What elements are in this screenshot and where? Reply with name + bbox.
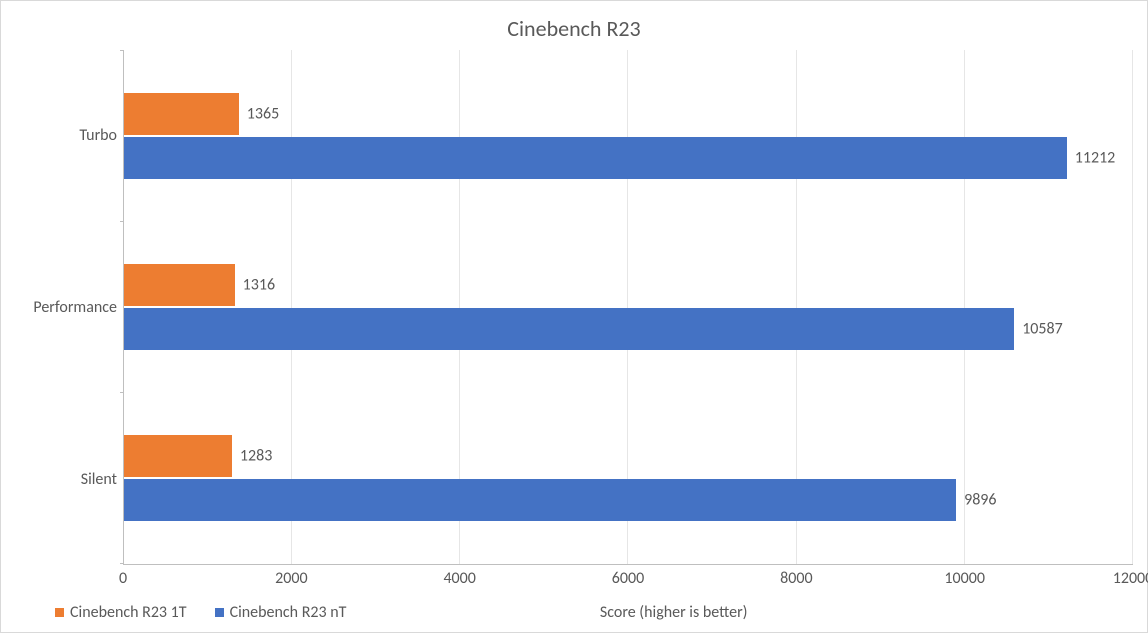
x-tick-6000: 6000 <box>612 569 644 588</box>
data-label-silent-nt: 9896 <box>964 491 996 510</box>
bottom-row: Cinebench R23 1T Cinebench R23 nT Score … <box>15 603 1133 622</box>
bar-turbo-1t: 1365 <box>124 93 1133 135</box>
data-label-performance-1t: 1316 <box>243 275 275 294</box>
data-label-turbo-nt: 11212 <box>1075 148 1116 167</box>
legend-label-nt: Cinebench R23 nT <box>230 603 347 622</box>
legend-label-1t: Cinebench R23 1T <box>70 603 187 622</box>
x-tick-0: 0 <box>119 569 127 588</box>
legend-item-1t: Cinebench R23 1T <box>55 603 187 622</box>
group-performance: 10587 1316 <box>124 246 1133 368</box>
x-tick-4000: 4000 <box>443 569 475 588</box>
bar-performance-nt: 10587 <box>124 308 1133 350</box>
bar-performance-nt-rect: 10587 <box>124 308 1014 350</box>
x-axis-title: Score (higher is better) <box>374 603 1133 622</box>
data-label-turbo-1t: 1365 <box>247 104 279 123</box>
plot-row: Turbo Performance Silent 9896 <box>15 50 1133 565</box>
group-turbo: 11212 1365 <box>124 75 1133 197</box>
bar-performance-1t: 1316 <box>124 264 1133 306</box>
legend-swatch-orange-icon <box>55 608 64 617</box>
x-tick-12000: 12000 <box>1113 569 1148 588</box>
legend: Cinebench R23 1T Cinebench R23 nT <box>55 603 346 622</box>
bar-silent-nt-rect: 9896 <box>124 479 956 521</box>
bar-silent-1t-rect: 1283 <box>124 435 232 477</box>
x-tick-2000: 2000 <box>275 569 307 588</box>
chart-title: Cinebench R23 <box>15 15 1133 42</box>
x-tick-10000: 10000 <box>944 569 985 588</box>
bar-turbo-nt: 11212 <box>124 137 1133 179</box>
legend-swatch-blue-icon <box>215 608 224 617</box>
group-silent: 9896 1283 <box>124 417 1133 539</box>
legend-item-nt: Cinebench R23 nT <box>215 603 347 622</box>
data-label-performance-nt: 10587 <box>1022 319 1063 338</box>
plot-area: 9896 1283 10587 <box>123 50 1133 565</box>
bar-silent-1t: 1283 <box>124 435 1133 477</box>
x-axis: 0 2000 4000 6000 8000 10000 12000 <box>123 565 1133 589</box>
x-axis-row: 0 2000 4000 6000 8000 10000 12000 <box>15 565 1133 589</box>
bar-turbo-1t-rect: 1365 <box>124 93 239 135</box>
y-axis: Turbo Performance Silent <box>15 50 123 565</box>
bar-turbo-nt-rect: 11212 <box>124 137 1067 179</box>
data-label-silent-1t: 1283 <box>240 447 272 466</box>
bar-silent-nt: 9896 <box>124 479 1133 521</box>
bar-performance-1t-rect: 1316 <box>124 264 235 306</box>
x-tick-8000: 8000 <box>780 569 812 588</box>
chart-container: Cinebench R23 Turbo Performance Silent 9… <box>0 0 1148 633</box>
bar-groups: 9896 1283 10587 <box>124 50 1133 564</box>
